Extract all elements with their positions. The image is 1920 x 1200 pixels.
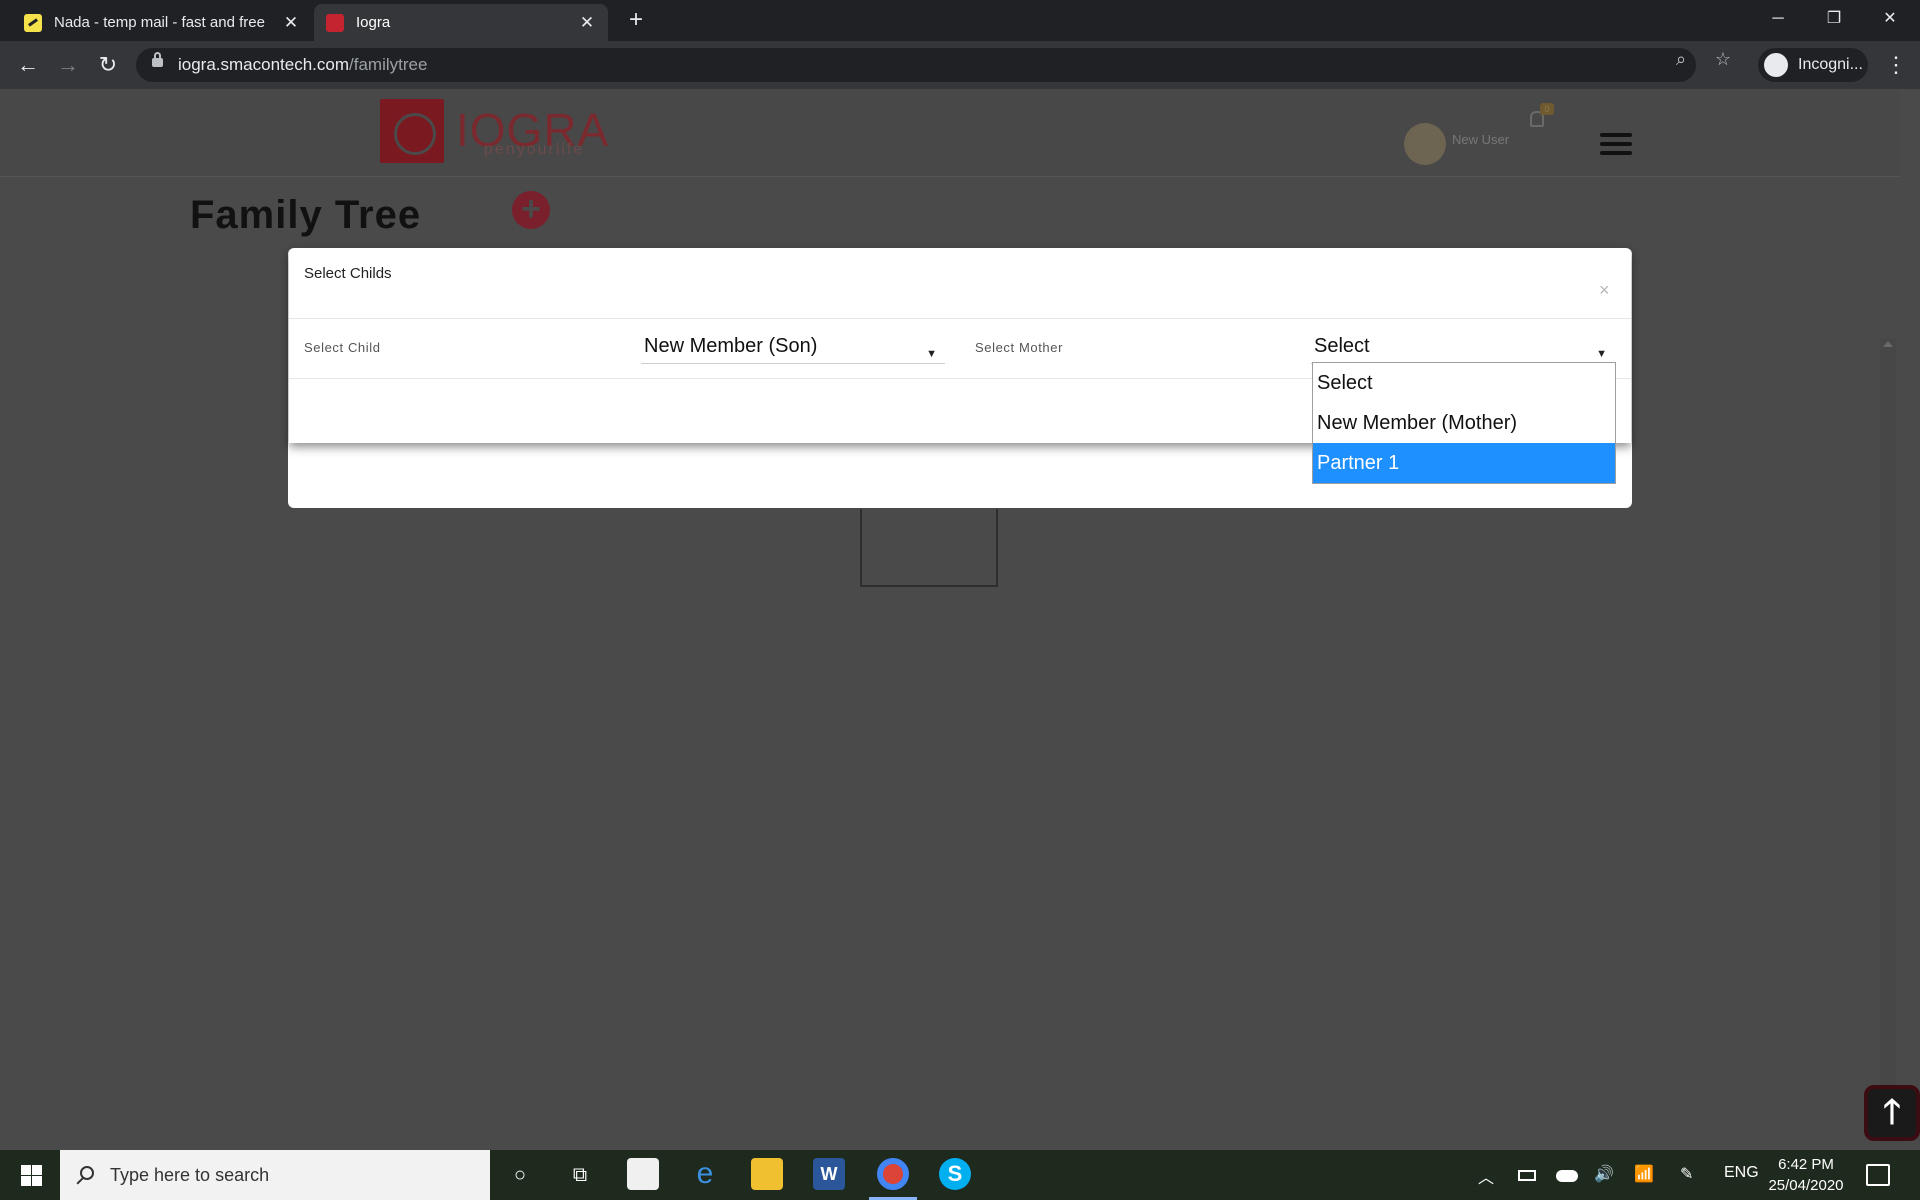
browser-tab-bar: Nada - temp mail - fast and free ✕ Iogra… bbox=[0, 0, 1920, 41]
profile-label: Incogni... bbox=[1798, 56, 1863, 73]
tab-close-icon[interactable]: ✕ bbox=[282, 13, 300, 33]
incognito-icon bbox=[1764, 53, 1788, 77]
select-child-dropdown[interactable]: New Member (Son) ▼ bbox=[641, 334, 945, 364]
select-mother-label: Select Mother bbox=[975, 340, 1064, 355]
microsoft-store-icon[interactable] bbox=[627, 1158, 659, 1190]
windows-start-icon[interactable] bbox=[0, 1150, 60, 1200]
back-button[interactable]: ← bbox=[12, 49, 44, 81]
family-tree-node bbox=[860, 509, 998, 587]
select-mother-value: Select bbox=[1314, 335, 1370, 357]
scroll-to-top-button[interactable]: 🡑 bbox=[1864, 1085, 1920, 1141]
tab-close-icon[interactable]: ✕ bbox=[578, 13, 596, 33]
word-icon[interactable]: W bbox=[813, 1158, 845, 1190]
cortana-icon[interactable]: ○ bbox=[505, 1160, 535, 1190]
scroll-up-arrow-icon[interactable] bbox=[1883, 341, 1893, 347]
page-title: Family Tree bbox=[190, 193, 422, 237]
taskbar-search-input[interactable]: Type here to search bbox=[60, 1150, 490, 1200]
site-header: IOGRA penyourlife New User 0 bbox=[0, 89, 1900, 177]
browser-toolbar: ← → ↻ iogra.smacontech.com/familytree ⌕ … bbox=[0, 41, 1920, 89]
search-icon bbox=[80, 1166, 94, 1180]
tab-nada-temp-mail[interactable]: Nada - temp mail - fast and free ✕ bbox=[12, 4, 312, 41]
minimize-button[interactable]: ─ bbox=[1750, 0, 1806, 41]
option-select[interactable]: Select bbox=[1313, 363, 1615, 403]
select-child-label: Select Child bbox=[304, 340, 381, 355]
new-tab-button[interactable]: + bbox=[622, 6, 650, 34]
url-path: /familytree bbox=[349, 55, 428, 74]
bookmark-star-icon[interactable]: ☆ bbox=[1712, 48, 1734, 70]
search-placeholder: Type here to search bbox=[110, 1165, 270, 1185]
tray-chevron-icon[interactable]: ︿ bbox=[1478, 1164, 1494, 1188]
task-view-icon[interactable]: ⧉ bbox=[565, 1160, 595, 1190]
network-icon[interactable]: 📶 bbox=[1634, 1164, 1654, 1184]
nada-favicon-icon bbox=[24, 13, 42, 32]
zoom-icon[interactable]: ⌕ bbox=[1670, 48, 1692, 70]
action-center-icon[interactable] bbox=[1866, 1164, 1890, 1186]
tab-title: Iogra bbox=[356, 14, 391, 31]
taskbar-clock[interactable]: 6:42 PM 25/04/2020 bbox=[1764, 1154, 1848, 1196]
tab-iogra[interactable]: Iogra ✕ bbox=[314, 4, 608, 41]
option-partner-1[interactable]: Partner 1 bbox=[1313, 443, 1615, 483]
onedrive-cloud-icon[interactable] bbox=[1556, 1170, 1578, 1182]
divider bbox=[289, 318, 1631, 319]
chrome-icon[interactable] bbox=[877, 1158, 909, 1190]
logo-tagline: penyourlife bbox=[484, 141, 585, 158]
hamburger-menu-icon[interactable] bbox=[1600, 133, 1632, 155]
file-explorer-icon[interactable] bbox=[751, 1158, 783, 1190]
modal-title: Select Childs bbox=[304, 265, 392, 282]
user-avatar[interactable] bbox=[1404, 123, 1446, 165]
pen-icon[interactable]: ✎ bbox=[1680, 1164, 1693, 1184]
restore-button[interactable]: ❐ bbox=[1806, 0, 1862, 41]
option-new-member-mother[interactable]: New Member (Mother) bbox=[1313, 403, 1615, 443]
clock-time: 6:42 PM bbox=[1778, 1156, 1834, 1173]
clock-date: 25/04/2020 bbox=[1768, 1177, 1844, 1194]
address-bar[interactable]: iogra.smacontech.com/familytree bbox=[136, 48, 1696, 82]
tab-title: Nada - temp mail - fast and free bbox=[54, 14, 265, 31]
incognito-profile-button[interactable]: Incogni... bbox=[1758, 48, 1868, 82]
windows-taskbar: Type here to search ○ ⧉ e W S ︿ 🔊 📶 ✎ EN… bbox=[0, 1150, 1920, 1200]
url-host: iogra.smacontech.com bbox=[178, 55, 350, 74]
language-indicator[interactable]: ENG bbox=[1724, 1164, 1759, 1182]
volume-icon[interactable]: 🔊 bbox=[1594, 1164, 1614, 1184]
browser-menu-icon[interactable]: ⋮ bbox=[1880, 49, 1912, 81]
select-child-value: New Member (Son) bbox=[644, 335, 818, 357]
forward-button[interactable]: → bbox=[52, 49, 84, 81]
skype-icon[interactable]: S bbox=[939, 1158, 971, 1190]
iogra-favicon-icon bbox=[326, 13, 344, 32]
chevron-down-icon: ▼ bbox=[926, 348, 937, 360]
mother-options-list: Select New Member (Mother) Partner 1 bbox=[1312, 362, 1616, 484]
window-close-button[interactable]: ✕ bbox=[1862, 0, 1918, 41]
add-member-button[interactable]: + bbox=[512, 191, 550, 229]
edge-icon[interactable]: e bbox=[689, 1158, 721, 1190]
page-scrollbar[interactable] bbox=[1880, 339, 1896, 1139]
reload-button[interactable]: ↻ bbox=[92, 49, 124, 81]
modal-close-icon[interactable]: × bbox=[1599, 280, 1610, 301]
lock-icon[interactable] bbox=[152, 52, 163, 67]
battery-icon[interactable] bbox=[1518, 1170, 1536, 1181]
notification-badge: 0 bbox=[1540, 103, 1554, 115]
user-name[interactable]: New User bbox=[1452, 132, 1509, 147]
select-mother-dropdown[interactable]: Select ▼ bbox=[1311, 334, 1615, 364]
iogra-logo-icon[interactable] bbox=[380, 99, 444, 163]
